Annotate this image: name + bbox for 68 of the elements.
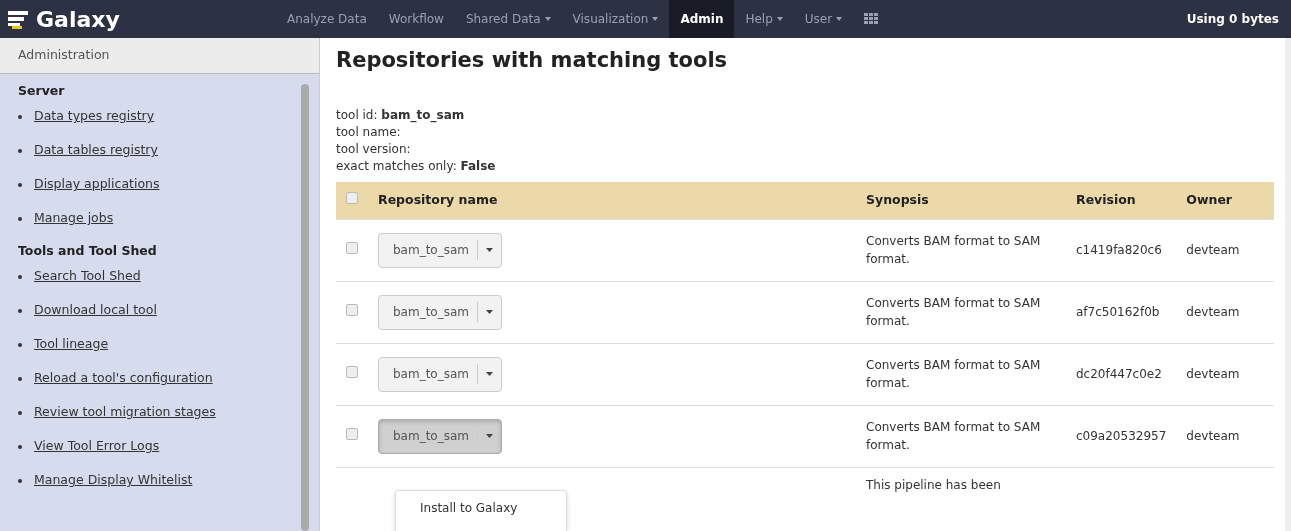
checkbox[interactable] <box>346 428 358 441</box>
bullet-icon <box>18 478 22 483</box>
nav-link[interactable]: Shared Data <box>454 0 562 38</box>
sidebar-link[interactable]: Display applications <box>34 175 160 195</box>
nav-link[interactable]: Visualization <box>561 0 670 38</box>
sidebar-link[interactable]: Review tool migration stages <box>34 403 216 422</box>
table-cell: devteam <box>1186 367 1240 382</box>
sidebar-link[interactable]: Tool lineage <box>34 335 109 354</box>
column-header: Repository name <box>378 192 498 208</box>
bullet-icon <box>18 410 22 415</box>
repository-split-button[interactable]: bam_to_sam <box>378 418 502 454</box>
checkbox[interactable] <box>346 192 358 205</box>
checkbox[interactable] <box>346 304 358 317</box>
table-cell: dc20f447c0e2 <box>1076 367 1162 382</box>
table-cell: devteam <box>1186 305 1240 320</box>
nav-link[interactable]: Admin <box>669 0 735 38</box>
bullet-icon <box>18 114 22 119</box>
nav-link[interactable]: Analyze Data <box>276 0 378 38</box>
nav-link[interactable]: User <box>793 0 854 38</box>
brand-name[interactable]: Galaxy <box>36 2 120 36</box>
menu-item[interactable]: Install to Galaxy <box>396 497 566 519</box>
table-cell: c09a20532957 <box>1076 429 1167 444</box>
info-line: exact matches only: False <box>336 158 497 176</box>
nav-link[interactable]: Workflow <box>377 0 455 38</box>
page-title: Repositories with matching tools <box>336 48 729 74</box>
table-cell: devteam <box>1186 429 1240 444</box>
section-heading: Server <box>18 82 66 100</box>
table-cell: Converts BAM format to SAM format. <box>866 420 1041 453</box>
table-cell: Converts BAM format to SAM format. <box>866 234 1041 267</box>
table-cell: Converts BAM format to SAM format. <box>866 296 1041 329</box>
sidebar-link[interactable]: View Tool Error Logs <box>34 437 160 456</box>
table-cell: Converts BAM format to SAM format. <box>866 358 1041 391</box>
nav-link[interactable]: Help <box>734 0 794 38</box>
checkbox[interactable] <box>346 366 358 379</box>
section-heading: Tools and Tool Shed <box>18 241 158 260</box>
info-line: tool id: bam_to_sam <box>336 107 466 125</box>
sidebar-link[interactable]: Download local tool <box>34 301 157 320</box>
bullet-icon <box>18 308 22 313</box>
bullet-icon <box>18 376 22 381</box>
panel-header: Administration <box>0 38 319 74</box>
sidebar-link[interactable]: Data tables registry <box>34 141 158 161</box>
sidebar-link[interactable]: Manage Display Whitelist <box>34 471 193 490</box>
column-header: Synopsis <box>866 192 929 208</box>
checkbox[interactable] <box>346 242 358 255</box>
scrollbar-thumb[interactable] <box>301 84 309 531</box>
repository-split-button[interactable]: bam_to_sam <box>378 232 502 268</box>
sidebar-link[interactable]: Reload a tool's configuration <box>34 369 213 388</box>
info-line: tool name: <box>336 124 402 142</box>
table-cell: devteam <box>1186 243 1240 258</box>
usage-text: Using 0 bytes <box>1186 11 1279 28</box>
table-cell: This pipeline has been <box>866 477 1001 492</box>
sidebar-link[interactable]: Manage jobs <box>34 209 114 229</box>
table-cell: af7c50162f0b <box>1076 305 1160 320</box>
table-cell: c1419fa820c6 <box>1076 243 1162 258</box>
bullet-icon <box>18 444 22 449</box>
column-header: Owner <box>1186 192 1233 208</box>
column-header: Revision <box>1076 192 1136 208</box>
logo-icon <box>8 9 30 29</box>
sidebar-link[interactable]: Data types registry <box>34 107 155 127</box>
bullet-icon <box>18 274 22 279</box>
repository-split-button[interactable]: bam_to_sam <box>378 356 502 392</box>
repository-split-button[interactable]: bam_to_sam <box>378 294 502 330</box>
bullet-icon <box>18 342 22 347</box>
bullet-icon <box>18 216 22 221</box>
sidebar-link[interactable]: Search Tool Shed <box>34 267 141 286</box>
bullet-icon <box>18 148 22 153</box>
info-line: tool version: <box>336 141 412 159</box>
bullet-icon <box>18 182 22 187</box>
